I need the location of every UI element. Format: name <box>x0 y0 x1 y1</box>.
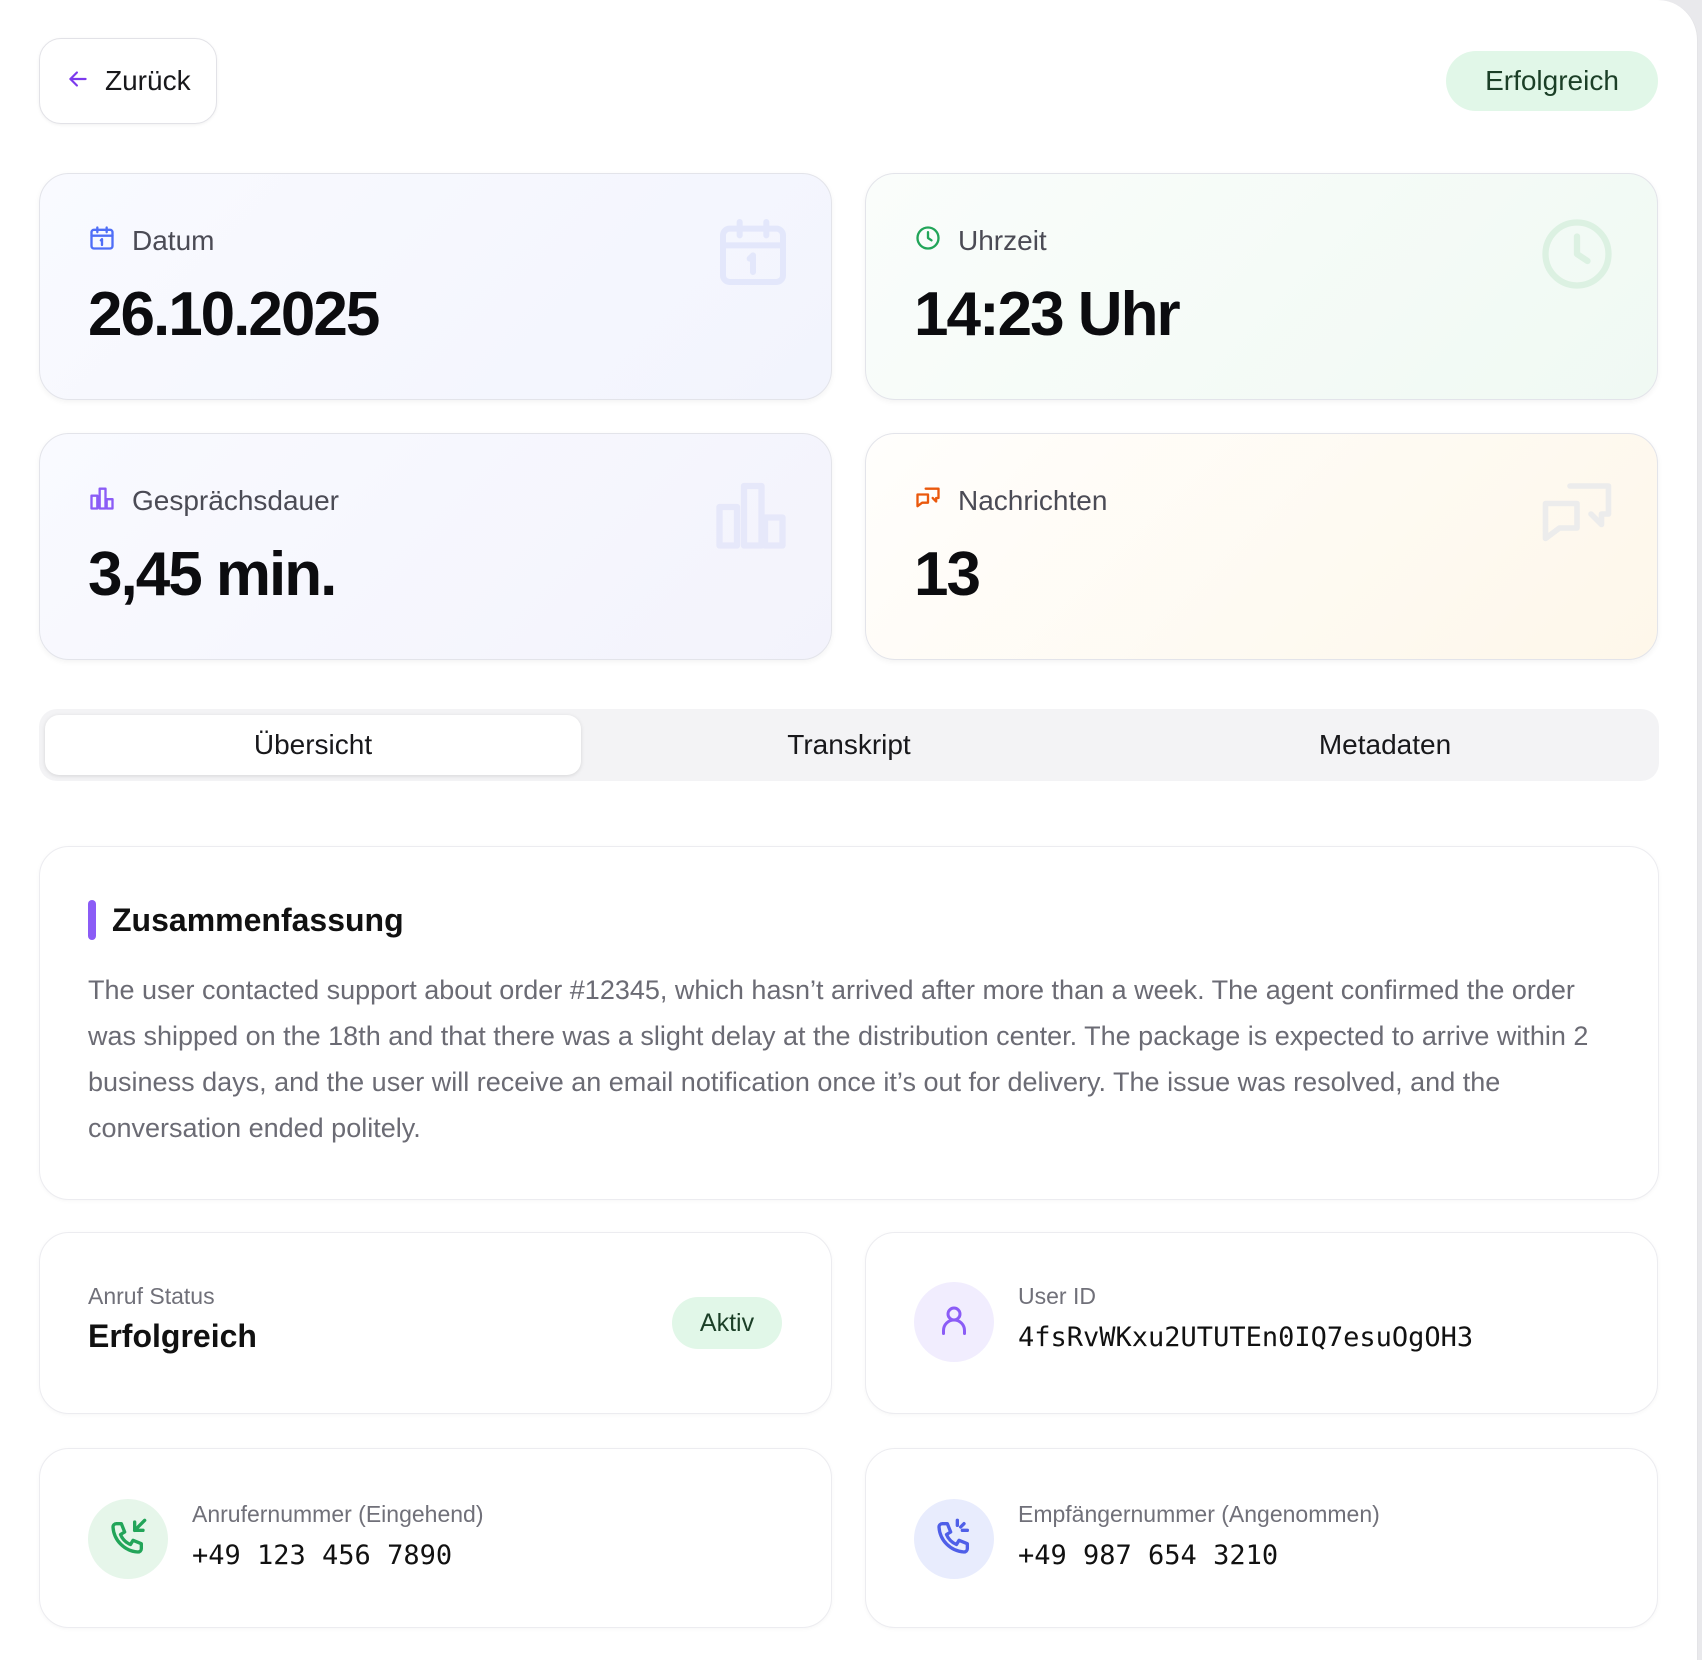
tab-transcript[interactable]: Transkript <box>581 715 1117 775</box>
stat-value: 13 <box>914 540 981 609</box>
status-badge: Erfolgreich <box>1446 51 1658 111</box>
call-status-card: Anruf Status Erfolgreich Aktiv <box>39 1232 832 1414</box>
stat-label: Nachrichten <box>958 484 1108 516</box>
user-id-label: User ID <box>1018 1283 1096 1309</box>
bar-chart-icon <box>88 484 116 517</box>
back-button[interactable]: Zurück <box>39 38 217 124</box>
phone-ringing-icon <box>934 1517 974 1562</box>
summary-card: Zusammenfassung The user contacted suppo… <box>39 846 1659 1200</box>
avatar <box>914 1282 994 1362</box>
calendar-icon <box>713 212 793 297</box>
summary-title: Zusammenfassung <box>112 901 404 938</box>
user-icon <box>936 1302 972 1343</box>
stat-value: 14:23 Uhr <box>914 280 1181 349</box>
recipient-number-card: Empfängernummer (Angenommen) +49 987 654… <box>865 1448 1658 1628</box>
stat-label: Gesprächsdauer <box>132 484 340 516</box>
stat-card-time: Uhrzeit 14:23 Uhr <box>865 173 1658 400</box>
messages-icon <box>914 484 942 517</box>
bar-chart-icon <box>709 472 793 561</box>
accent-bar <box>88 900 96 940</box>
stat-value: 26.10.2025 <box>88 280 380 349</box>
call-status-label: Anruf Status <box>88 1283 215 1309</box>
tab-bar: Übersicht Transkript Metadaten <box>39 709 1659 781</box>
stat-card-duration: Gesprächsdauer 3,45 min. <box>39 433 832 660</box>
call-detail-page: Zurück Erfolgreich Datum 26.10.2025 Uhrz… <box>0 0 1698 1660</box>
back-button-label: Zurück <box>105 65 191 96</box>
caller-number-value: +49 123 456 7890 <box>192 1540 453 1571</box>
calendar-icon <box>88 224 116 257</box>
phone-incoming-icon <box>108 1517 148 1562</box>
caller-number-label: Anrufernummer (Eingehend) <box>192 1501 484 1527</box>
call-status-value: Erfolgreich <box>88 1318 257 1354</box>
stat-value: 3,45 min. <box>88 540 337 609</box>
user-id-card: User ID 4fsRvWKxu2UTUTEn0IQ7esuOgOH3 <box>865 1232 1658 1414</box>
arrow-left-icon <box>65 66 91 97</box>
caller-icon-badge <box>88 1499 168 1579</box>
recipient-icon-badge <box>914 1499 994 1579</box>
stat-card-date: Datum 26.10.2025 <box>39 173 832 400</box>
stat-label: Uhrzeit <box>958 224 1047 256</box>
clock-icon <box>1535 212 1619 301</box>
tab-overview[interactable]: Übersicht <box>45 715 581 775</box>
recipient-number-label: Empfängernummer (Angenommen) <box>1018 1501 1380 1527</box>
summary-text: The user contacted support about order #… <box>88 975 1589 1143</box>
caller-number-card: Anrufernummer (Eingehend) +49 123 456 78… <box>39 1448 832 1628</box>
stat-label: Datum <box>132 224 215 256</box>
clock-icon <box>914 224 942 257</box>
messages-icon <box>1535 472 1619 561</box>
stat-card-messages: Nachrichten 13 <box>865 433 1658 660</box>
user-id-value: 4fsRvWKxu2UTUTEn0IQ7esuOgOH3 <box>1018 1322 1474 1353</box>
active-badge: Aktiv <box>672 1297 782 1349</box>
tab-metadata[interactable]: Metadaten <box>1117 715 1653 775</box>
recipient-number-value: +49 987 654 3210 <box>1018 1540 1279 1571</box>
